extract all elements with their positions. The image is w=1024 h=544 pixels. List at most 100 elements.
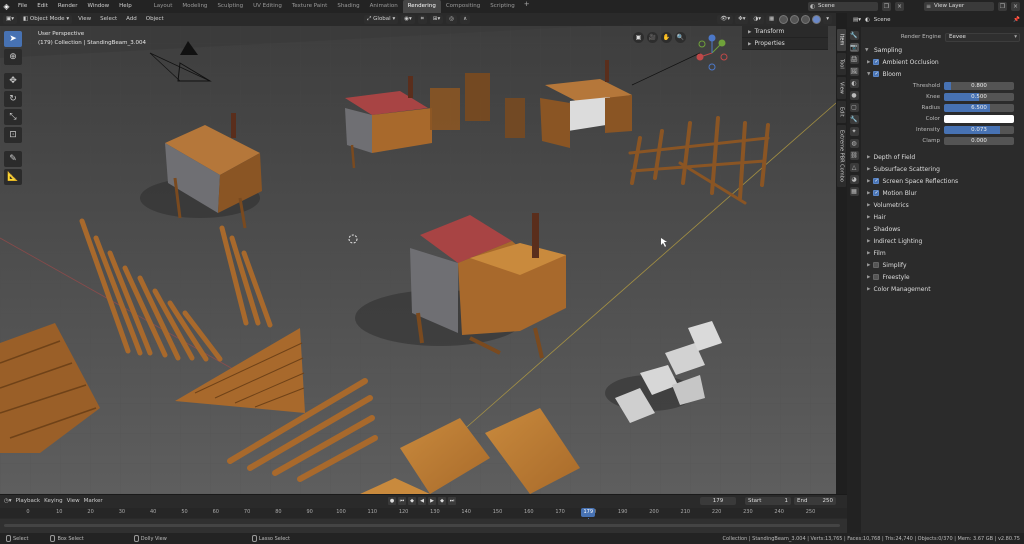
material-shading-icon[interactable] bbox=[801, 15, 811, 24]
view-layer-properties-icon[interactable]: 🖼 bbox=[849, 67, 859, 76]
start-frame-field[interactable]: Start 1 bbox=[745, 497, 791, 505]
new-view-layer-icon[interactable]: ❐ bbox=[998, 2, 1007, 11]
film-row[interactable]: ▶ Film bbox=[861, 247, 1024, 259]
shadows-row[interactable]: ▶ Shadows bbox=[861, 223, 1024, 235]
simplify-checkbox[interactable] bbox=[873, 262, 880, 268]
freestyle-row[interactable]: ▶ Freestyle bbox=[861, 271, 1024, 283]
output-properties-icon[interactable]: 🖨 bbox=[849, 55, 859, 64]
tab-view[interactable]: View bbox=[837, 77, 846, 99]
cursor-tool-icon[interactable]: ⊕ bbox=[4, 49, 22, 65]
timeline-scrollbar[interactable] bbox=[4, 524, 840, 527]
editor-type-button[interactable]: ▣▾ bbox=[3, 15, 17, 24]
measure-tool-icon[interactable]: 📐 bbox=[4, 169, 22, 185]
clamp-slider[interactable]: 0.000 bbox=[944, 137, 1014, 145]
menu-file[interactable]: File bbox=[13, 0, 32, 13]
world-properties-icon[interactable]: ● bbox=[849, 91, 859, 100]
vp-menu-object[interactable]: Object bbox=[143, 13, 167, 26]
bloom-color-swatch[interactable] bbox=[944, 115, 1014, 123]
orientation-dropdown[interactable]: ⤢ Global ▾ bbox=[364, 15, 399, 24]
prev-keyframe-icon[interactable]: ◆ bbox=[408, 497, 416, 505]
tab-layout[interactable]: Layout bbox=[149, 0, 178, 13]
scene-selector[interactable]: ◐ Scene bbox=[808, 2, 878, 11]
jump-start-icon[interactable]: ⏮ bbox=[398, 497, 406, 505]
ambient-occlusion-row[interactable]: ▶ ✓ Ambient Occlusion bbox=[861, 56, 1024, 68]
3d-viewport[interactable]: ▣▾ ◧ Object Mode ▾ View Select Add Objec… bbox=[0, 13, 836, 494]
jump-end-icon[interactable]: ⏭ bbox=[448, 497, 456, 505]
knee-slider[interactable]: 0.500 bbox=[944, 93, 1014, 101]
record-icon[interactable]: ● bbox=[388, 497, 396, 505]
tab-item[interactable]: Item bbox=[837, 29, 846, 51]
render-preview-icon[interactable]: 🎥 bbox=[647, 32, 658, 43]
vp-menu-select[interactable]: Select bbox=[97, 13, 120, 26]
color-management-row[interactable]: ▶ Color Management bbox=[861, 283, 1024, 295]
playhead-frame-badge[interactable]: 179 bbox=[581, 508, 596, 517]
rotate-tool-icon[interactable]: ↻ bbox=[4, 91, 22, 107]
sampling-section[interactable]: ▼ Sampling bbox=[861, 44, 1024, 56]
tab-compositing[interactable]: Compositing bbox=[441, 0, 485, 13]
zoom-icon[interactable]: 🔍 bbox=[675, 32, 686, 43]
subsurface-row[interactable]: ▶ Subsurface Scattering bbox=[861, 163, 1024, 175]
vp-menu-add[interactable]: Add bbox=[123, 13, 140, 26]
delete-view-layer-icon[interactable]: × bbox=[1011, 2, 1020, 11]
motion-blur-row[interactable]: ▶ ✓ Motion Blur bbox=[861, 187, 1024, 199]
pivot-icon[interactable]: ◉▾ bbox=[401, 15, 415, 24]
overlays-icon[interactable]: ◑▾ bbox=[750, 15, 765, 24]
material-properties-icon[interactable]: ◕ bbox=[849, 175, 859, 184]
menu-marker[interactable]: Marker bbox=[84, 498, 103, 504]
tab-tool[interactable]: Tool bbox=[837, 53, 846, 75]
particles-icon[interactable]: ✦ bbox=[849, 127, 859, 136]
indirect-lighting-row[interactable]: ▶ Indirect Lighting bbox=[861, 235, 1024, 247]
wireframe-shading-icon[interactable] bbox=[779, 15, 789, 24]
view-layer-selector[interactable]: ≡ View Layer bbox=[924, 2, 994, 11]
render-properties-icon[interactable]: 📷 bbox=[849, 43, 859, 52]
tab-shading[interactable]: Shading bbox=[332, 0, 364, 13]
hair-row[interactable]: ▶ Hair bbox=[861, 211, 1024, 223]
rendered-shading-icon[interactable] bbox=[812, 15, 822, 24]
constraints-icon[interactable]: ⛓ bbox=[849, 151, 859, 160]
tab-rendering[interactable]: Rendering bbox=[402, 0, 441, 13]
radius-slider[interactable]: 6.500 bbox=[944, 104, 1014, 112]
menu-window[interactable]: Window bbox=[82, 0, 114, 13]
texture-properties-icon[interactable]: ▦ bbox=[849, 187, 859, 196]
scene-properties-icon[interactable]: ◐ bbox=[849, 79, 859, 88]
render-engine-dropdown[interactable]: Eevee ▾ bbox=[945, 32, 1020, 42]
tab-uv-editing[interactable]: UV Editing bbox=[248, 0, 287, 13]
transform-panel-header[interactable]: ▶ Transform bbox=[742, 26, 828, 38]
motion-blur-checkbox[interactable]: ✓ bbox=[873, 190, 880, 196]
menu-render[interactable]: Render bbox=[53, 0, 83, 13]
tab-extreme-pbr[interactable]: Extreme PBR Combo bbox=[837, 125, 846, 187]
ssr-checkbox[interactable]: ✓ bbox=[873, 178, 880, 184]
delete-scene-icon[interactable]: × bbox=[895, 2, 904, 11]
simplify-row[interactable]: ▶ Simplify bbox=[861, 259, 1024, 271]
data-properties-icon[interactable]: △ bbox=[849, 163, 859, 172]
snap-options-icon[interactable]: ⊞▾ bbox=[429, 15, 444, 24]
end-frame-field[interactable]: End 250 bbox=[794, 497, 836, 505]
object-mode-dropdown[interactable]: ◧ Object Mode ▾ bbox=[19, 15, 73, 24]
shading-options-icon[interactable]: ▾ bbox=[823, 15, 832, 24]
falloff-icon[interactable]: ∧ bbox=[460, 15, 471, 24]
frame-ruler[interactable]: 0 10 20 30 40 50 60 70 80 90 100 110 120 130 140 150 160… bbox=[0, 508, 847, 534]
vp-menu-view[interactable]: View bbox=[75, 13, 94, 26]
tab-texture-paint[interactable]: Texture Paint bbox=[287, 0, 333, 13]
solid-shading-icon[interactable] bbox=[790, 15, 800, 24]
play-reverse-icon[interactable]: ◀ bbox=[418, 497, 426, 505]
volumetrics-row[interactable]: ▶ Volumetrics bbox=[861, 199, 1024, 211]
select-tool-icon[interactable]: ➤ bbox=[4, 31, 22, 47]
next-keyframe-icon[interactable]: ◆ bbox=[438, 497, 446, 505]
snap-icon[interactable]: ⌗ bbox=[417, 15, 427, 24]
ssr-row[interactable]: ▶ ✓ Screen Space Reflections bbox=[861, 175, 1024, 187]
physics-icon[interactable]: ◍ bbox=[849, 139, 859, 148]
tool-settings-icon[interactable]: 🔧 bbox=[849, 31, 859, 40]
timeline-editor-type-icon[interactable]: ◷▾ bbox=[4, 498, 12, 504]
xray-icon[interactable]: ▦ bbox=[766, 15, 778, 24]
blender-logo-icon[interactable]: ◈ bbox=[0, 0, 13, 13]
properties-panel-header[interactable]: ▶ Properties bbox=[742, 38, 828, 50]
gizmo-toggle-icon[interactable]: ✥▾ bbox=[735, 15, 749, 24]
bloom-row[interactable]: ▼ ✓ Bloom bbox=[861, 68, 1024, 80]
proportional-edit-icon[interactable]: ◎ bbox=[446, 15, 458, 24]
object-properties-icon[interactable]: ▢ bbox=[849, 103, 859, 112]
modifier-properties-icon[interactable]: 🔧 bbox=[849, 115, 859, 124]
ambient-occlusion-checkbox[interactable]: ✓ bbox=[873, 59, 880, 65]
transform-tool-icon[interactable]: ⊡ bbox=[4, 127, 22, 143]
bloom-checkbox[interactable]: ✓ bbox=[873, 71, 880, 77]
